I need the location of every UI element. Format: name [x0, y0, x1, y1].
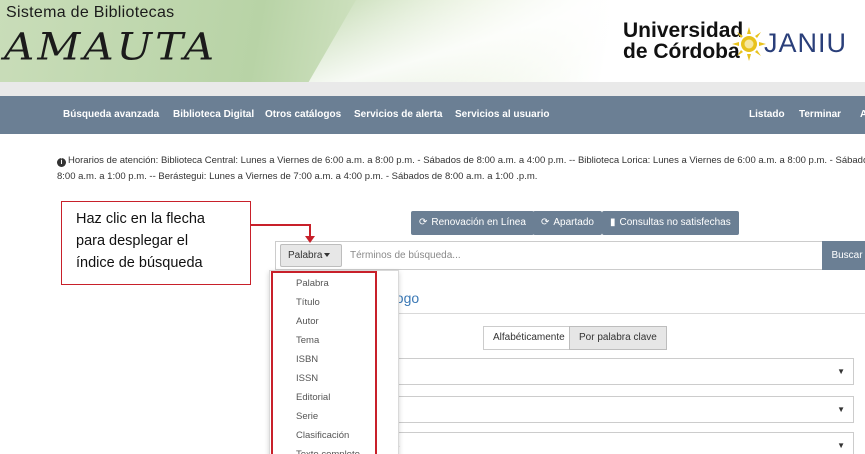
book-icon: ▮ [610, 217, 616, 228]
mode-alphabetical-button[interactable]: Alfabéticamente [483, 326, 575, 350]
header-separator [0, 82, 865, 96]
search-field-dropdown-button[interactable]: Palabra [280, 244, 342, 267]
catalog-select-3[interactable]: es▼ [386, 432, 854, 454]
nav-terminar[interactable]: Terminar [799, 96, 841, 134]
mode-keyword-button[interactable]: Por palabra clave [569, 326, 667, 350]
university-line-1: Universidad [623, 19, 744, 42]
site-header: Sistema de Bibliotecas AMAUTA Universida… [0, 0, 865, 82]
dropdown-highlight-annotation [271, 271, 377, 454]
nav-servicios-alerta[interactable]: Servicios de alerta [354, 96, 442, 134]
renovacion-button[interactable]: ⟳ Renovación en Línea [411, 211, 534, 235]
consultas-label: Consultas no satisfechas [619, 217, 731, 228]
janium-logo-text: JANIU [764, 28, 848, 58]
renovacion-label: Renovación en Línea [431, 217, 526, 228]
apartado-button[interactable]: ⟳ Apartado [533, 211, 602, 235]
brand-logo-text[interactable]: AMAUTA [4, 24, 217, 68]
notice-line-2: 8:00 a.m. a 1:00 p.m. -- Berástegui: Lun… [57, 171, 538, 182]
catalog-select-1[interactable]: ▼ [386, 358, 854, 385]
callout-line-1: Haz clic en la flecha [76, 211, 205, 227]
main-navbar: Búsqueda avanzada Biblioteca Digital Otr… [0, 96, 865, 134]
apartado-label: Apartado [553, 217, 594, 228]
caret-down-icon[interactable] [324, 253, 331, 257]
search-field-label: Palabra [288, 250, 323, 261]
notice-text-1: Horarios de atención: Biblioteca Central… [68, 155, 865, 166]
system-title: Sistema de Bibliotecas [6, 4, 175, 21]
callout-line-3: índice de búsqueda [76, 255, 203, 271]
nav-cut-item[interactable]: A [860, 96, 865, 134]
callout-connector [251, 224, 311, 226]
nav-otros-catalogos[interactable]: Otros catálogos [265, 96, 341, 134]
search-submit-button[interactable]: Buscar [822, 241, 865, 270]
info-icon: i [57, 158, 66, 167]
arrow-down-icon [305, 236, 315, 243]
refresh-icon: ⟳ [541, 217, 550, 228]
consultas-button[interactable]: ▮ Consultas no satisfechas [602, 211, 739, 235]
select-arrow-icon: ▼ [837, 367, 845, 376]
notice-line-1: i Horarios de atención: Biblioteca Centra… [57, 153, 865, 169]
opening-hours-notice: i Horarios de atención: Biblioteca Centra… [57, 153, 865, 185]
catalog-select-2[interactable]: s▼ [386, 396, 854, 423]
nav-servicios-usuario[interactable]: Servicios al usuario [455, 96, 550, 134]
callout-line-2: para desplegar el [76, 233, 189, 249]
instruction-callout: Haz clic en la flecha para desplegar el … [61, 201, 251, 285]
nav-listado[interactable]: Listado [749, 96, 785, 134]
search-input[interactable] [350, 245, 810, 266]
select-arrow-icon: ▼ [837, 441, 845, 450]
refresh-icon: ⟳ [419, 217, 428, 228]
university-name: Universidad de Córdoba [623, 20, 743, 62]
select-arrow-icon: ▼ [837, 405, 845, 414]
sun-logo-icon [732, 27, 766, 61]
nav-busqueda-avanzada[interactable]: Búsqueda avanzada [63, 96, 159, 134]
nav-biblioteca-digital[interactable]: Biblioteca Digital [173, 96, 254, 134]
university-line-2: de Córdoba [623, 40, 740, 63]
